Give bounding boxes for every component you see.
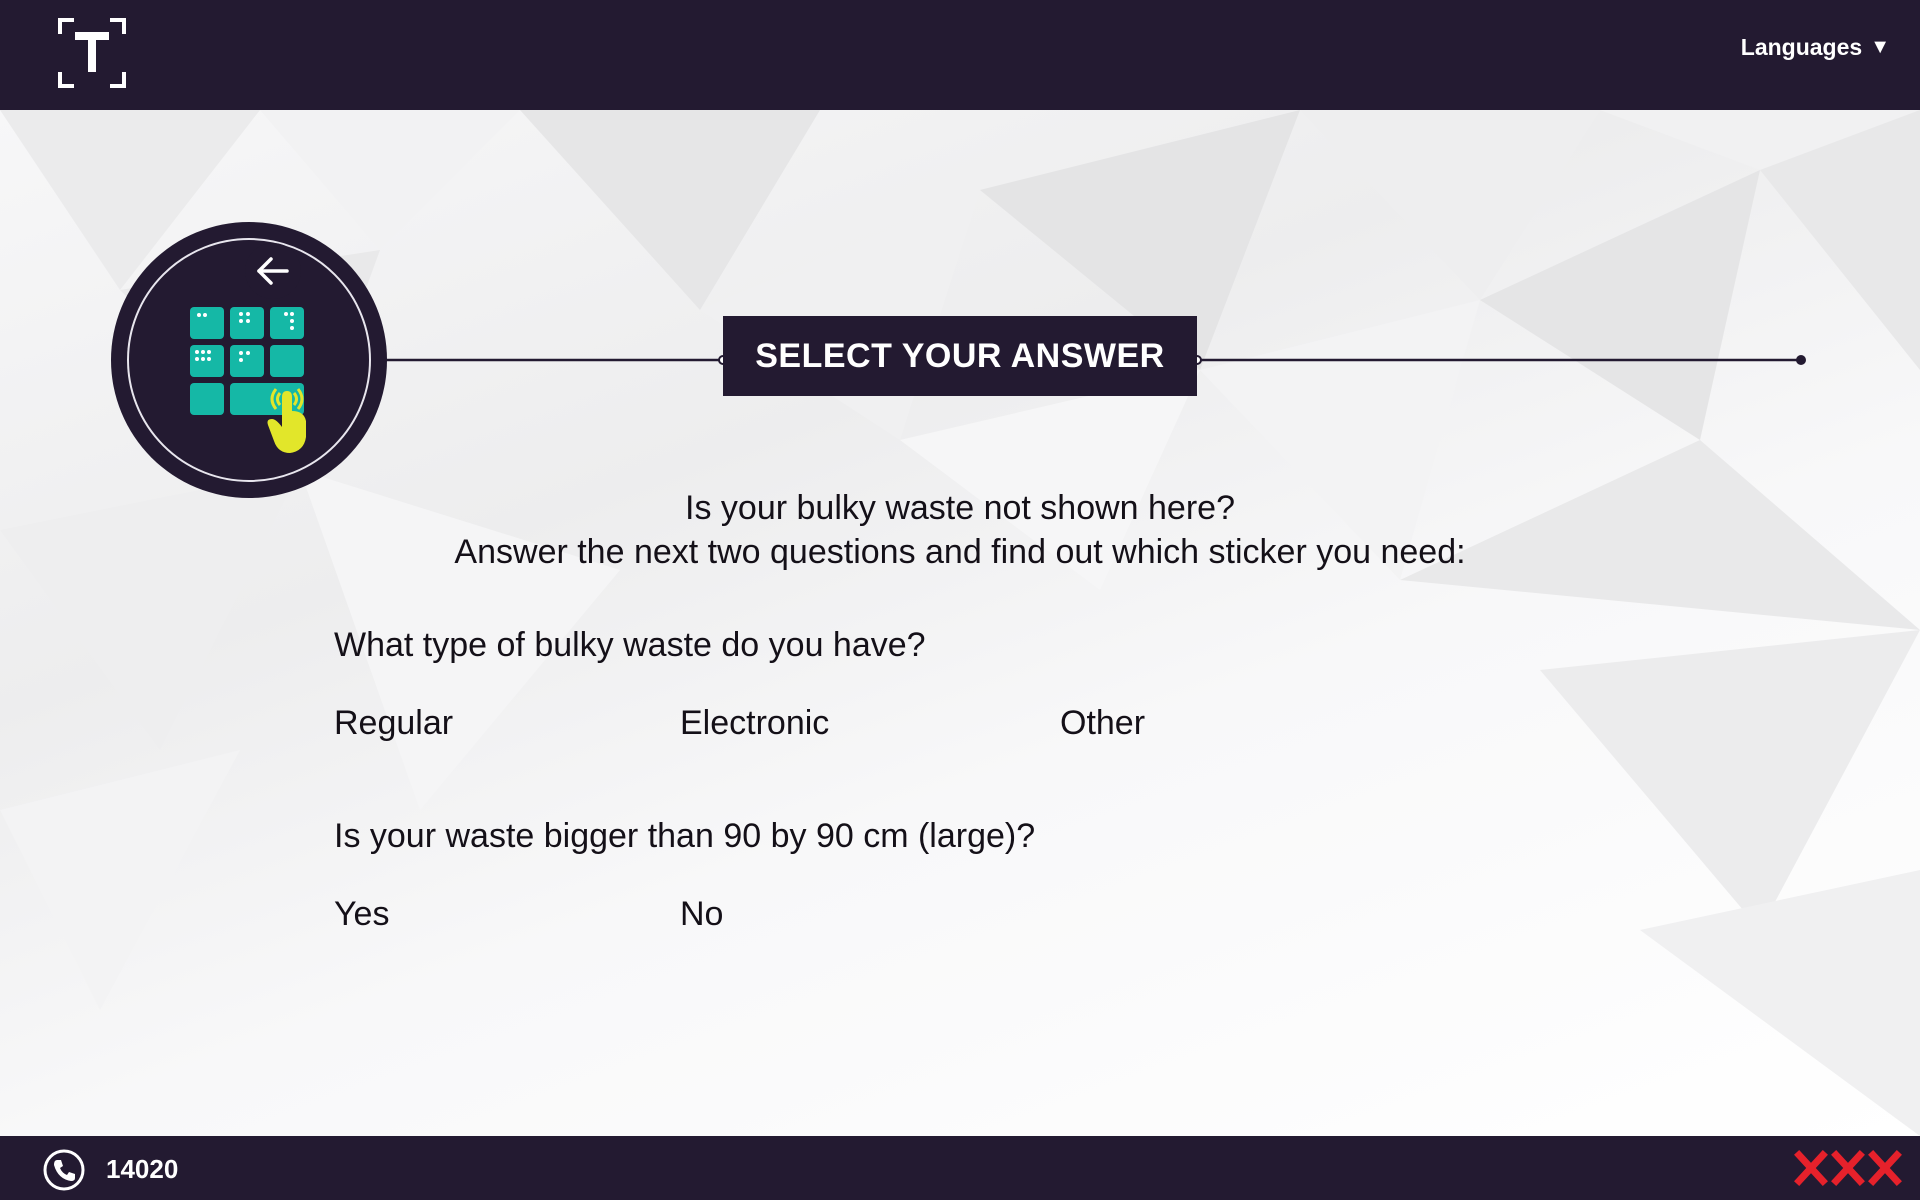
languages-dropdown[interactable]: Languages ▼: [1741, 34, 1890, 61]
bottom-bar: 14020: [0, 1136, 1920, 1200]
phone-icon[interactable]: [42, 1148, 86, 1192]
option-electronic[interactable]: Electronic: [680, 704, 829, 743]
question-waste-type: What type of bulky waste do you have?: [334, 626, 926, 664]
keypad-touch-icon: [190, 307, 306, 453]
languages-label: Languages: [1740, 34, 1863, 60]
option-yes[interactable]: Yes: [334, 895, 389, 934]
top-bar: Languages ▼: [0, 0, 1920, 110]
question-waste-size: Is your waste bigger than 90 by 90 cm (l…: [334, 817, 1036, 855]
back-button[interactable]: [245, 243, 301, 299]
t-bracket-logo[interactable]: [58, 18, 126, 88]
phone-number[interactable]: 14020: [106, 1154, 178, 1185]
caret-down-icon: ▼: [1870, 36, 1890, 58]
page-title: SELECT YOUR ANSWER: [723, 316, 1197, 396]
intro-text: Is your bulky waste not shown here? Answ…: [0, 486, 1920, 574]
amsterdam-xxx-icon: [1794, 1150, 1902, 1186]
intro-line-2: Answer the next two questions and find o…: [454, 533, 1466, 571]
arrow-left-icon: [257, 257, 289, 285]
option-other[interactable]: Other: [1060, 704, 1145, 743]
option-regular[interactable]: Regular: [334, 704, 453, 743]
option-no[interactable]: No: [680, 895, 723, 934]
intro-line-1: Is your bulky waste not shown here?: [685, 489, 1235, 527]
